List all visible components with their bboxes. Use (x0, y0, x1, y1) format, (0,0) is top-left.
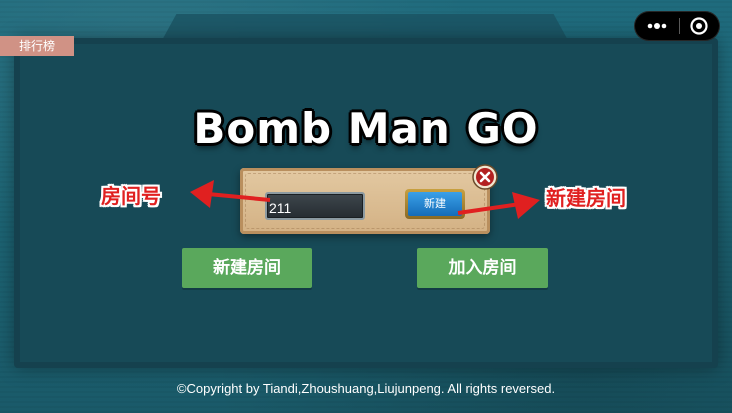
more-dots-icon[interactable] (646, 20, 680, 32)
copyright-footer: ©Copyright by Tiandi,Zhoushuang,Liujunpe… (176, 381, 556, 396)
mini-program-capsule (634, 11, 720, 41)
create-room-small-button[interactable]: 新建 (405, 189, 465, 219)
create-room-button[interactable]: 新建房间 (182, 248, 312, 288)
annotation-room-number: 房间号 (101, 184, 161, 208)
close-x-icon[interactable] (472, 164, 498, 190)
capsule-divider (679, 18, 680, 34)
game-title: Bomb Man GO (193, 104, 539, 153)
leaderboard-button[interactable]: 排行榜 (0, 36, 74, 56)
annotation-new-room: 新建房间 (546, 186, 626, 210)
room-number-input[interactable]: 211 (265, 192, 365, 220)
target-circle-icon[interactable] (689, 16, 709, 36)
create-small-label: 新建 (408, 192, 462, 216)
join-room-button[interactable]: 加入房间 (417, 248, 548, 288)
